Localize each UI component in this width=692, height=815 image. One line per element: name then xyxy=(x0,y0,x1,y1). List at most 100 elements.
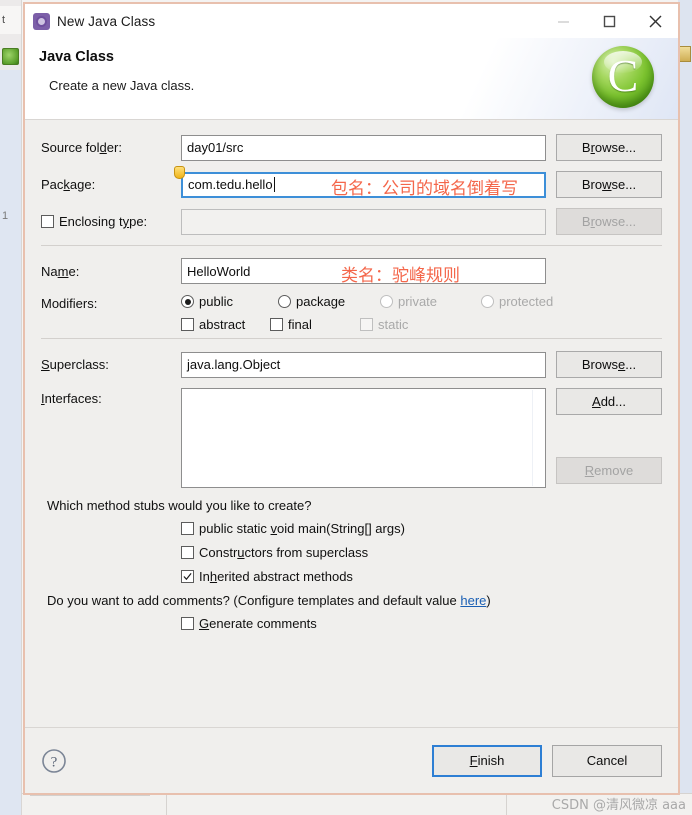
modifier-abstract-label: abstract xyxy=(199,317,246,332)
interfaces-label: Interfaces: xyxy=(41,391,102,406)
listbox-inner-divider xyxy=(532,390,533,486)
superclass-value: java.lang.Object xyxy=(187,357,281,372)
background-editor-tab: t xyxy=(0,6,21,34)
generate-comments-label: Generate comments xyxy=(199,616,317,631)
modifier-final-label: final xyxy=(288,317,312,332)
package-value: com.tedu.hello xyxy=(188,177,273,192)
svg-text:?: ? xyxy=(51,754,58,770)
stub-main-method-label: public static void main(String[] args) xyxy=(199,521,405,536)
modifier-package-radio[interactable]: package xyxy=(278,294,380,309)
java-class-wizard-logo-icon: C xyxy=(592,46,654,108)
modifier-public-radio[interactable]: public xyxy=(181,294,278,309)
interfaces-add-button[interactable]: Add... xyxy=(556,388,662,415)
modifier-static-label: static xyxy=(378,317,409,332)
page-title: Java Class xyxy=(39,49,114,65)
modifier-protected-radio: protected xyxy=(481,294,553,309)
modifier-package-label: package xyxy=(296,294,346,309)
modifier-private-label: private xyxy=(398,294,438,309)
minimize-icon[interactable] xyxy=(540,4,586,38)
enclosing-type-browse-button: Br owse... xyxy=(556,208,662,235)
interfaces-row: Interfaces: Add... Remove xyxy=(41,388,662,488)
stub-inherited-abstract-label: Inherited abstract methods xyxy=(199,569,353,584)
name-value: HelloWorld xyxy=(187,263,251,279)
help-icon[interactable]: ? xyxy=(41,748,67,774)
background-line-number: 1 xyxy=(2,210,9,222)
enclosing-type-input[interactable] xyxy=(181,208,546,235)
superclass-row: Superclass: java.lang.Object Brows e... xyxy=(41,351,662,378)
background-status-divider xyxy=(166,793,167,815)
modifier-private-radio: private xyxy=(380,294,481,309)
footer-buttons: Finish Cancel xyxy=(432,744,662,777)
maximize-icon[interactable] xyxy=(586,4,632,38)
dialog-header: Java Class Create a new Java class. C xyxy=(25,38,678,120)
enclosing-type-checkbox[interactable] xyxy=(41,215,54,228)
interfaces-listbox[interactable] xyxy=(181,388,546,488)
radio-icon xyxy=(278,295,291,308)
comments-question-prefix: Do you want to add comments? (Configure … xyxy=(47,593,461,608)
checkbox-icon xyxy=(181,318,194,331)
radio-icon xyxy=(481,295,494,308)
checkbox-checked-icon xyxy=(181,570,194,583)
source-folder-row: Source folder: day01/src Br owse... xyxy=(41,134,662,161)
stub-main-method-checkbox[interactable]: public static void main(String[] args) xyxy=(181,521,662,536)
superclass-input[interactable]: java.lang.Object xyxy=(181,351,546,378)
enclosing-type-row: Enclosing type: Br owse... xyxy=(41,208,662,235)
package-browse-button[interactable]: Bro w se... xyxy=(556,171,662,198)
finish-button[interactable]: Finish xyxy=(432,744,542,777)
new-java-class-dialog: New Java Class Java Class Create a new J… xyxy=(23,2,680,795)
source-folder-input[interactable]: day01/src xyxy=(181,134,546,161)
package-row: Package: com.tedu.hello Bro w se... 包名：公司的… xyxy=(41,165,662,199)
modifiers-flags-group: abstract final static xyxy=(181,317,662,332)
package-input[interactable]: com.tedu.hello xyxy=(174,165,546,198)
checkbox-icon xyxy=(181,546,194,559)
interfaces-buttons: Add... Remove xyxy=(556,388,662,484)
modifiers-access-group: public package private protected xyxy=(181,294,662,309)
modifier-protected-label: protected xyxy=(499,294,554,309)
source-folder-label: Source folder: xyxy=(41,140,122,155)
text-caret xyxy=(273,177,275,192)
modifiers-label: Modifiers: xyxy=(41,296,98,311)
interfaces-remove-button: Remove xyxy=(556,457,662,484)
modifiers-row: Modifiers: public package private protec… xyxy=(41,294,662,332)
package-label: Package: xyxy=(41,177,96,192)
configure-templates-link[interactable]: here xyxy=(460,593,486,608)
checkbox-icon xyxy=(360,318,373,331)
comments-question: Do you want to add comments? (Configure … xyxy=(47,593,662,608)
method-stubs-question: Which method stubs would you like to cre… xyxy=(47,498,312,513)
superclass-browse-button[interactable]: Brows e... xyxy=(556,351,662,378)
checkbox-icon xyxy=(181,617,194,630)
stub-constructors-label: Constructors from superclass xyxy=(199,545,369,560)
modifier-static-checkbox: static xyxy=(360,317,408,332)
modifier-public-label: public xyxy=(199,294,233,309)
window-controls xyxy=(540,4,678,38)
dialog-titlebar: New Java Class xyxy=(25,4,678,38)
stub-inherited-abstract-checkbox[interactable]: Inherited abstract methods xyxy=(181,569,662,584)
background-right-panel xyxy=(678,0,692,815)
dialog-footer: ? Finish Cancel xyxy=(25,727,678,793)
close-icon[interactable] xyxy=(632,4,678,38)
page-subtitle: Create a new Java class. xyxy=(49,78,195,93)
name-row: Name: HelloWorld 类名：驼峰规则 xyxy=(41,258,662,286)
modifier-abstract-checkbox[interactable]: abstract xyxy=(181,317,270,332)
java-class-icon xyxy=(33,12,50,30)
radio-selected-icon xyxy=(181,295,194,308)
name-label: Name: xyxy=(41,263,80,279)
superclass-label: Superclass: xyxy=(41,357,109,372)
background-status-divider xyxy=(506,793,507,815)
background-marker-icon xyxy=(679,46,691,62)
stub-constructors-checkbox[interactable]: Constructors from superclass xyxy=(181,545,662,560)
modifier-final-checkbox[interactable]: final xyxy=(270,317,360,332)
background-package-icon xyxy=(2,48,19,65)
enclosing-type-label[interactable]: Enclosing type: xyxy=(41,214,181,229)
name-input[interactable]: HelloWorld xyxy=(181,258,546,284)
cancel-button[interactable]: Cancel xyxy=(552,744,662,777)
warning-marker-icon xyxy=(174,165,185,179)
source-folder-value: day01/src xyxy=(187,140,244,155)
dialog-body: Source folder: day01/src Br owse... Packa… xyxy=(25,120,678,727)
source-folder-browse-button[interactable]: Br owse... xyxy=(556,134,662,161)
generate-comments-checkbox[interactable]: Generate comments xyxy=(181,616,662,631)
checkbox-icon xyxy=(181,522,194,535)
radio-icon xyxy=(380,295,393,308)
dialog-title: New Java Class xyxy=(57,13,156,29)
section-divider xyxy=(41,245,662,246)
